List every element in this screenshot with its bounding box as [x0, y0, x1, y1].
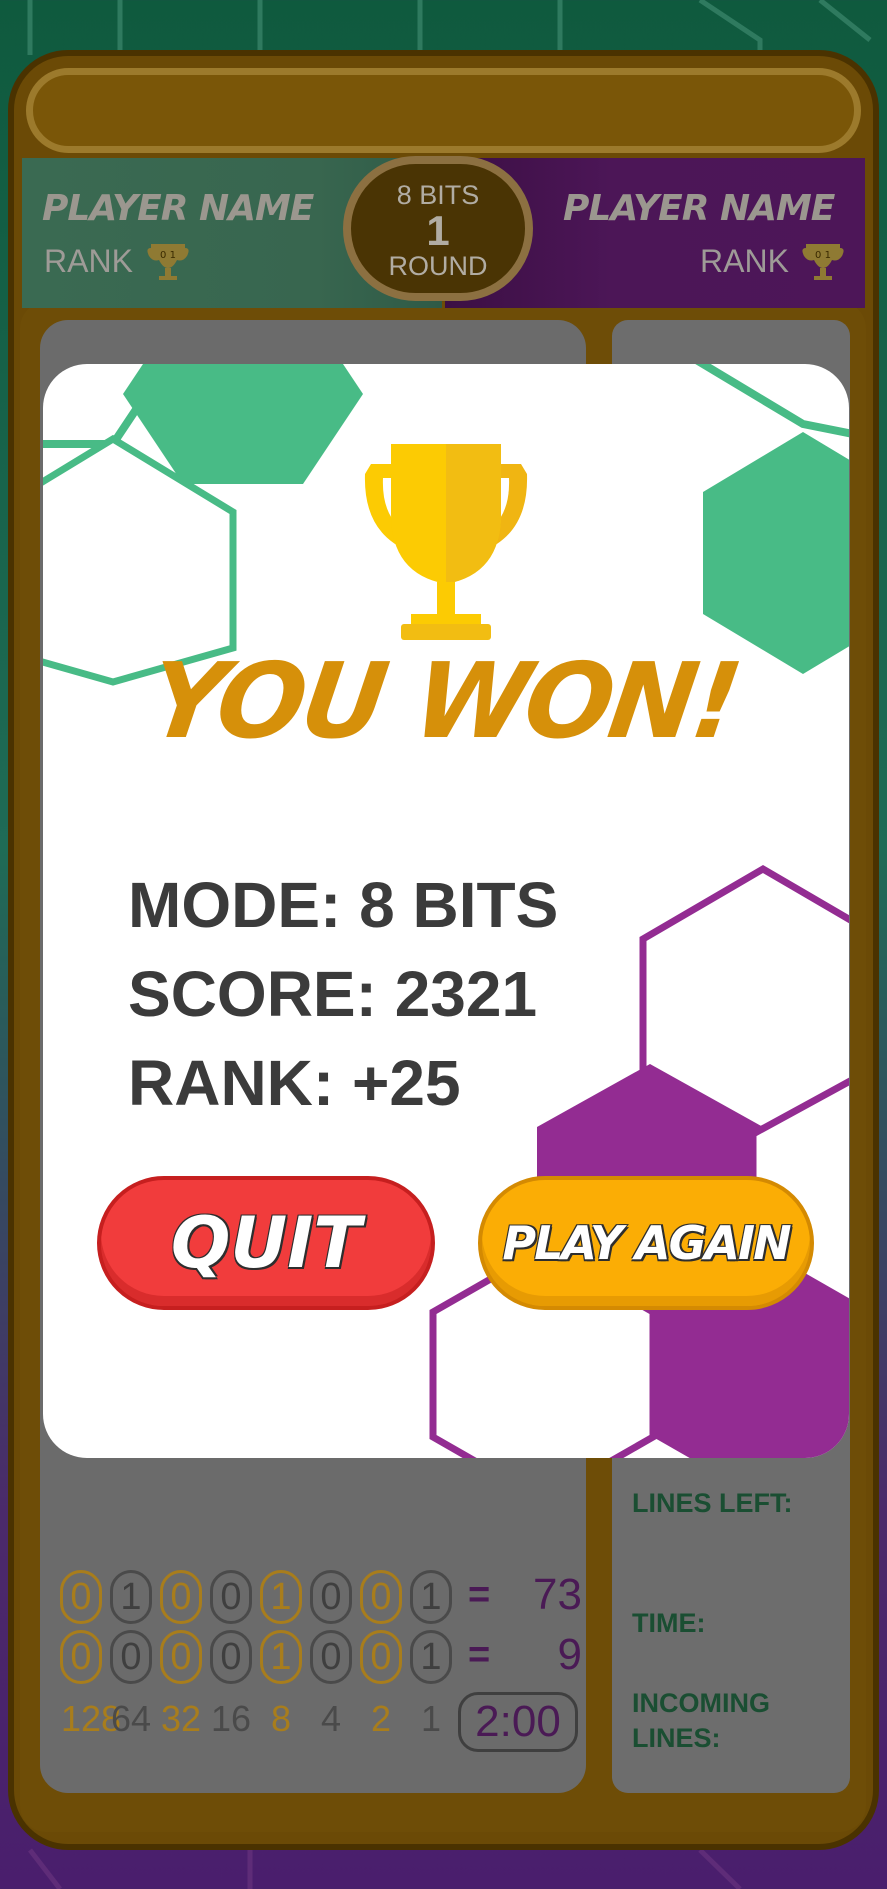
bit-toggle[interactable]: 0 [310, 1570, 352, 1624]
bit-weight: 128 [61, 1698, 122, 1739]
row-value: 73 [533, 1570, 582, 1619]
timer: 2:00 [458, 1692, 578, 1752]
bit-toggle[interactable]: 1 [410, 1630, 452, 1684]
bit-toggle[interactable]: 0 [160, 1570, 202, 1624]
round-badge: 8 BITS 1 ROUND [343, 156, 533, 301]
time-label: TIME: [632, 1608, 706, 1638]
bit-toggle[interactable]: 0 [210, 1630, 252, 1684]
mode-stat: MODE: 8 BITS [128, 869, 559, 941]
left-rank-label: RANK [44, 243, 133, 279]
equals-sign: = [468, 1634, 491, 1676]
bit-weight: 8 [270, 1698, 292, 1739]
incoming-lines-label: INCOMING LINES: [632, 1688, 770, 1754]
bit-toggle[interactable]: 1 [260, 1570, 302, 1624]
rank-trophy-icon: 0 1 [802, 244, 844, 280]
round-label: ROUND [388, 251, 488, 281]
bit-toggle[interactable]: 0 [310, 1630, 352, 1684]
bit-toggle[interactable]: 0 [160, 1630, 202, 1684]
bit-toggle[interactable]: 0 [60, 1570, 102, 1624]
bit-toggle[interactable]: 1 [110, 1570, 152, 1624]
rank-trophy-icon: 0 1 [147, 244, 189, 280]
bit-weight: 32 [161, 1698, 202, 1739]
bit-toggle[interactable]: 0 [60, 1630, 102, 1684]
win-title: YOU WON! [141, 640, 746, 762]
right-rank-label: RANK [700, 243, 789, 279]
bit-toggle[interactable]: 0 [110, 1630, 152, 1684]
bit-weight: 2 [370, 1698, 392, 1739]
svg-text:0 1: 0 1 [815, 250, 831, 261]
left-player-name: PLAYER NAME [42, 188, 314, 229]
bit-weight: 1 [420, 1698, 442, 1739]
lines-left-label: LINES LEFT: [632, 1488, 793, 1518]
rank-stat: RANK: +25 [128, 1047, 461, 1119]
right-player-name: PLAYER NAME [563, 188, 835, 229]
bit-toggle[interactable]: 0 [210, 1570, 252, 1624]
equals-sign: = [468, 1574, 491, 1616]
bit-weight: 16 [211, 1698, 252, 1739]
quit-button[interactable]: QUIT [97, 1176, 435, 1310]
trophy-icon [364, 444, 528, 640]
top-bar [26, 68, 861, 153]
bit-toggle[interactable]: 0 [360, 1570, 402, 1624]
row-value: 9 [557, 1630, 582, 1679]
quit-button-label: QUIT [170, 1202, 362, 1284]
round-number: 1 [426, 207, 450, 254]
bit-weight: 64 [111, 1698, 152, 1739]
bit-toggle[interactable]: 0 [360, 1630, 402, 1684]
svg-text:0 1: 0 1 [160, 250, 176, 261]
bit-weight: 4 [320, 1698, 342, 1739]
bit-toggle[interactable]: 1 [260, 1630, 302, 1684]
play-again-button-label: PLAY AGAIN [502, 1216, 791, 1270]
bit-toggle[interactable]: 1 [410, 1570, 452, 1624]
play-again-button[interactable]: PLAY AGAIN [478, 1176, 814, 1310]
score-stat: SCORE: 2321 [128, 958, 538, 1030]
